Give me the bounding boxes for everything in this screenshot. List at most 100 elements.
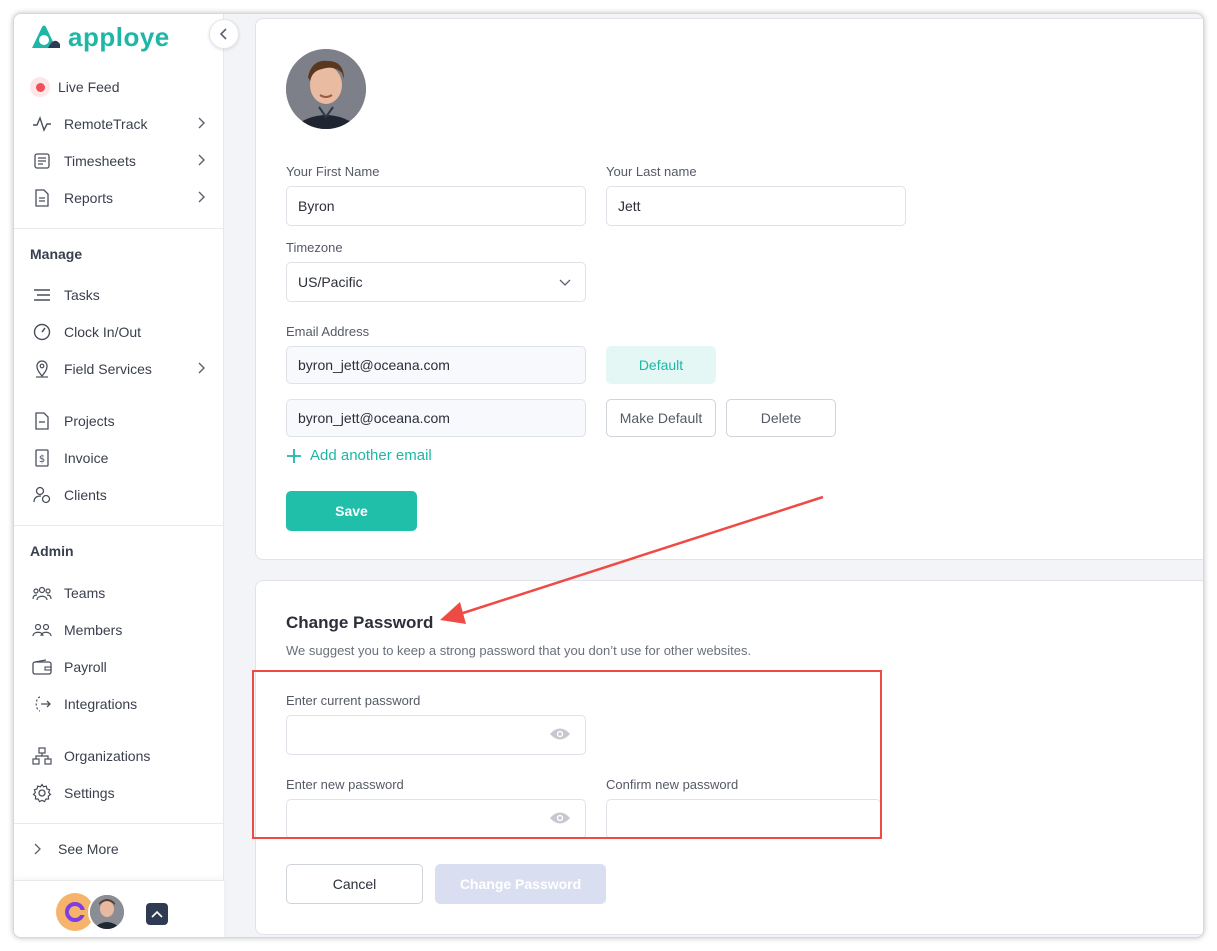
email-label: Email Address [286,324,370,339]
sidebar-item-members[interactable]: Members [30,616,206,644]
add-email-link[interactable]: Add another email [286,447,432,464]
sidebar-item-label: Tasks [64,287,100,303]
section-title-admin: Admin [30,543,74,559]
teams-icon [30,581,54,605]
integrations-icon [30,692,54,716]
account-menu-toggle[interactable] [146,903,168,925]
sidebar-item-live-feed[interactable]: Live Feed [30,73,206,101]
collapse-sidebar-button[interactable] [209,19,239,49]
current-password-label: Enter current password [286,693,421,708]
change-password-title: Change Password [286,613,434,632]
delete-email-button[interactable]: Delete [726,399,836,437]
sidebar-item-tasks[interactable]: Tasks [30,281,206,309]
user-photo-icon [90,895,124,929]
org-chart-icon [30,744,54,768]
sidebar-item-integrations[interactable]: Integrations [30,690,206,718]
eye-icon[interactable] [549,727,571,741]
default-email-badge: Default [606,346,716,384]
sidebar-footer [14,880,224,937]
sidebar-item-payroll[interactable]: Payroll [30,653,206,681]
sidebar-item-label: Clients [64,487,107,503]
change-password-card: Change Password We suggest you to keep a… [255,580,1203,935]
sidebar-divider [14,823,224,824]
see-more-label: See More [58,841,119,857]
change-password-subtitle: We suggest you to keep a strong password… [286,643,752,658]
timezone-select[interactable]: US/Pacific [286,262,586,302]
logo[interactable]: apploye [30,22,170,52]
sidebar-item-label: Teams [64,585,106,601]
sidebar-item-clients[interactable]: Clients [30,481,206,509]
profile-card: Your First Name Byron Your Last name Jet… [255,18,1203,560]
make-default-button[interactable]: Make Default [606,399,716,437]
sidebar-item-label: Settings [64,785,115,801]
chevron-right-icon [198,154,205,166]
client-icon [30,483,54,507]
see-more-link[interactable]: See More [34,835,210,863]
sidebar-item-clock-in-out[interactable]: Clock In/Out [30,318,206,346]
new-password-label: Enter new password [286,777,404,792]
sidebar: apploye Live Feed RemoteTrack Timesheets… [14,14,239,937]
timezone-label: Timezone [286,240,343,255]
clock-icon [30,320,54,344]
sidebar-item-organizations[interactable]: Organizations [30,742,206,770]
sidebar-item-label: Projects [64,413,115,429]
save-button[interactable]: Save [286,491,417,531]
last-name-label: Your Last name [606,164,697,179]
cancel-button[interactable]: Cancel [286,864,423,904]
invoice-icon: $ [30,446,54,470]
sidebar-item-remotetrack[interactable]: RemoteTrack [30,110,206,138]
eye-icon[interactable] [549,811,571,825]
chevron-down-icon [559,279,571,286]
sidebar-item-timesheets[interactable]: Timesheets [30,147,206,175]
chevron-right-icon [198,191,205,203]
location-pin-icon [30,357,54,381]
sidebar-item-label: Organizations [64,748,151,764]
profile-photo-icon [286,49,366,129]
sidebar-item-projects[interactable]: Projects [30,407,206,435]
current-password-input[interactable] [286,715,586,755]
chevron-right-icon [198,117,205,129]
email-input-secondary[interactable]: byron_jett@oceana.com [286,399,586,437]
gear-icon [30,781,54,805]
apploye-logo-icon [32,25,60,48]
add-email-label: Add another email [310,447,432,464]
sidebar-divider [14,228,224,229]
profile-avatar[interactable] [286,49,366,129]
confirm-password-input[interactable] [606,799,881,839]
sidebar-item-label: Timesheets [64,153,136,169]
timesheet-icon [30,149,54,173]
change-password-button[interactable]: Change Password [435,864,606,904]
timezone-value: US/Pacific [298,274,363,290]
sidebar-item-label: Field Services [64,361,152,377]
sidebar-item-label: Live Feed [58,79,120,95]
sidebar-item-label: RemoteTrack [64,116,148,132]
sidebar-item-settings[interactable]: Settings [30,779,206,807]
first-name-label: Your First Name [286,164,380,179]
sidebar-item-teams[interactable]: Teams [30,579,206,607]
members-icon [30,618,54,642]
plus-icon [287,448,301,463]
new-password-input[interactable] [286,799,586,839]
report-icon [30,186,54,210]
svg-text:$: $ [39,454,45,465]
sidebar-item-label: Members [64,622,123,638]
email-input-primary[interactable]: byron_jett@oceana.com [286,346,586,384]
sidebar-item-label: Reports [64,190,114,206]
app-window: apploye Live Feed RemoteTrack Timesheets… [13,13,1204,938]
sidebar-item-field-services[interactable]: Field Services [30,355,206,383]
user-avatar[interactable] [88,893,126,931]
pulse-icon [30,112,54,136]
first-name-input[interactable]: Byron [286,186,586,226]
confirm-password-label: Confirm new password [606,777,739,792]
sidebar-divider [14,525,224,526]
section-title-manage: Manage [30,246,83,262]
chevron-left-icon [219,28,227,40]
sidebar-item-invoice[interactable]: $ Invoice [30,444,206,472]
last-name-input[interactable]: Jett [606,186,906,226]
organization-logo-icon [65,902,85,922]
brand-name: apploye [68,21,170,52]
project-icon [30,409,54,433]
sidebar-item-label: Integrations [64,696,138,712]
tasks-icon [30,283,54,307]
sidebar-item-reports[interactable]: Reports [30,184,206,212]
